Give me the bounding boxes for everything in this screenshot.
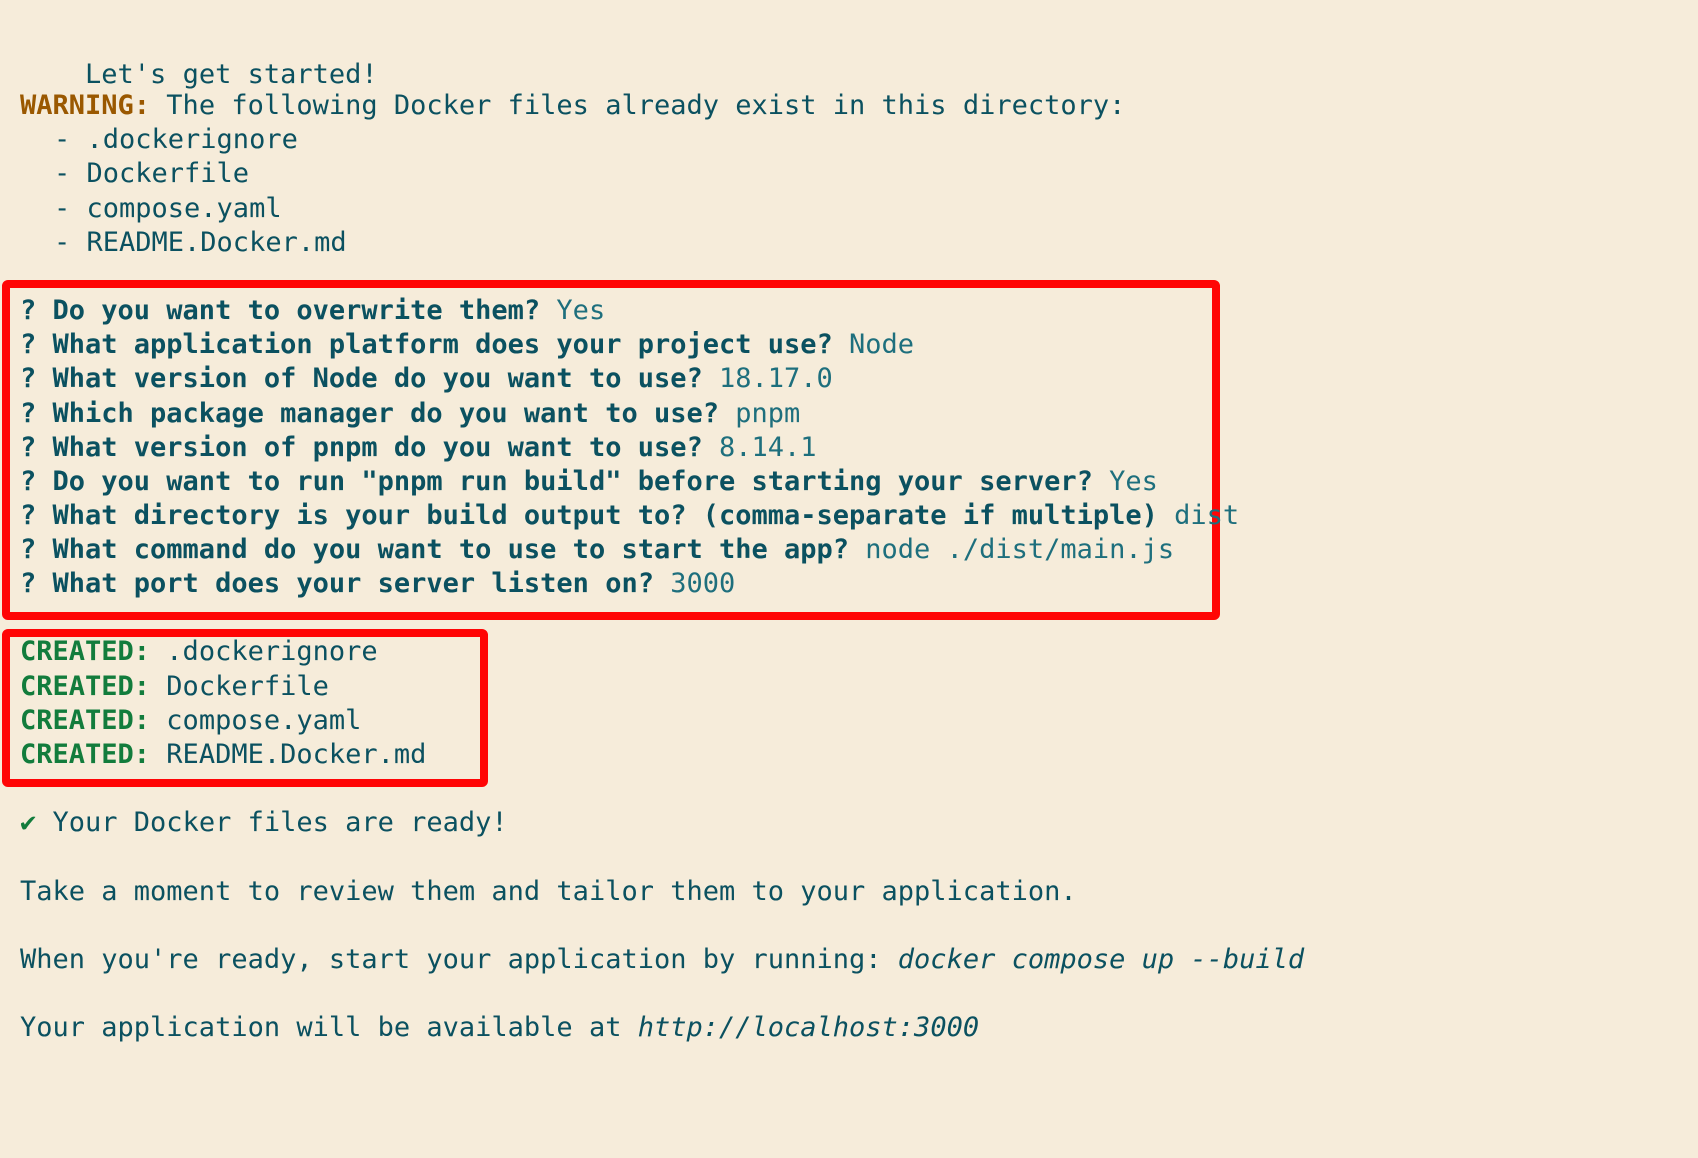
prompt-line: ? What version of pnpm do you want to us…	[20, 429, 817, 466]
prompt-question: ? Do you want to overwrite them?	[20, 295, 541, 326]
created-label: CREATED:	[20, 636, 151, 667]
existing-file: - Dockerfile	[54, 158, 250, 189]
prompt-answer: Yes	[540, 295, 606, 326]
review-line: Take a moment to review them and tailor …	[20, 876, 1077, 907]
prompt-line: ? What command do you want to use to sta…	[20, 531, 1174, 568]
intro-line: Let's get started!	[20, 19, 378, 90]
existing-file: - README.Docker.md	[54, 227, 347, 258]
warning-text: The following Docker files already exist…	[150, 90, 1126, 121]
app-url-link[interactable]: http://localhost:3000	[638, 1012, 979, 1043]
prompt-answer: 8.14.1	[702, 432, 817, 463]
created-file: .dockerignore	[150, 636, 378, 667]
run-line: When you're ready, start your applicatio…	[20, 941, 1304, 978]
prompt-answer: 18.17.0	[702, 363, 833, 394]
prompt-question: ? What version of pnpm do you want to us…	[20, 432, 703, 463]
prompt-line: ? Do you want to overwrite them? Yes	[20, 292, 605, 329]
prompt-line: ? What directory is your build output to…	[20, 497, 1239, 534]
prompt-question: ? What port does your server listen on?	[20, 568, 654, 599]
created-line: CREATED: .dockerignore	[20, 633, 378, 670]
prompt-question: ? Do you want to run "pnpm run build" be…	[20, 466, 1093, 497]
available-text: Your application will be available at	[20, 1012, 638, 1043]
warning-line: WARNING: The following Docker files alre…	[20, 87, 1125, 124]
created-file: Dockerfile	[150, 671, 329, 702]
run-text: When you're ready, start your applicatio…	[20, 944, 898, 975]
ready-text: Your Docker files are ready!	[36, 807, 508, 838]
created-line: CREATED: compose.yaml	[20, 702, 361, 739]
prompt-answer: pnpm	[718, 398, 801, 429]
warning-label: WARNING:	[20, 90, 151, 121]
prompt-line: ? What port does your server listen on? …	[20, 565, 735, 602]
ready-line: ✔ Your Docker files are ready!	[20, 804, 508, 841]
prompt-line: ? Which package manager do you want to u…	[20, 395, 800, 432]
prompt-question: ? What directory is your build output to…	[20, 500, 1158, 531]
prompt-line: ? Do you want to run "pnpm run build" be…	[20, 463, 1158, 500]
created-file: README.Docker.md	[150, 739, 427, 770]
created-line: CREATED: Dockerfile	[20, 668, 329, 705]
prompt-line: ? What application platform does your pr…	[20, 326, 914, 363]
checkmark-icon: ✔	[20, 807, 37, 838]
prompt-question: ? What application platform does your pr…	[20, 329, 833, 360]
available-line: Your application will be available at ht…	[20, 1009, 979, 1046]
created-line: CREATED: README.Docker.md	[20, 736, 426, 773]
existing-file: - compose.yaml	[54, 193, 282, 224]
run-command: docker compose up --build	[897, 944, 1305, 975]
prompt-answer: dist	[1157, 500, 1240, 531]
created-file: compose.yaml	[150, 705, 362, 736]
terminal-window: Let's get started! WARNING: The followin…	[0, 0, 1698, 1158]
intro-text: Let's get started!	[85, 59, 378, 90]
prompt-answer: Node	[832, 329, 915, 360]
existing-file: - .dockerignore	[54, 124, 298, 155]
prompt-question: ? What command do you want to use to sta…	[20, 534, 850, 565]
prompt-answer: node ./dist/main.js	[849, 534, 1175, 565]
created-label: CREATED:	[20, 739, 151, 770]
prompt-question: ? What version of Node do you want to us…	[20, 363, 703, 394]
prompt-question: ? Which package manager do you want to u…	[20, 398, 719, 429]
created-label: CREATED:	[20, 705, 151, 736]
created-label: CREATED:	[20, 671, 151, 702]
prompt-line: ? What version of Node do you want to us…	[20, 360, 833, 397]
prompt-answer: Yes	[1092, 466, 1158, 497]
prompt-answer: 3000	[653, 568, 736, 599]
